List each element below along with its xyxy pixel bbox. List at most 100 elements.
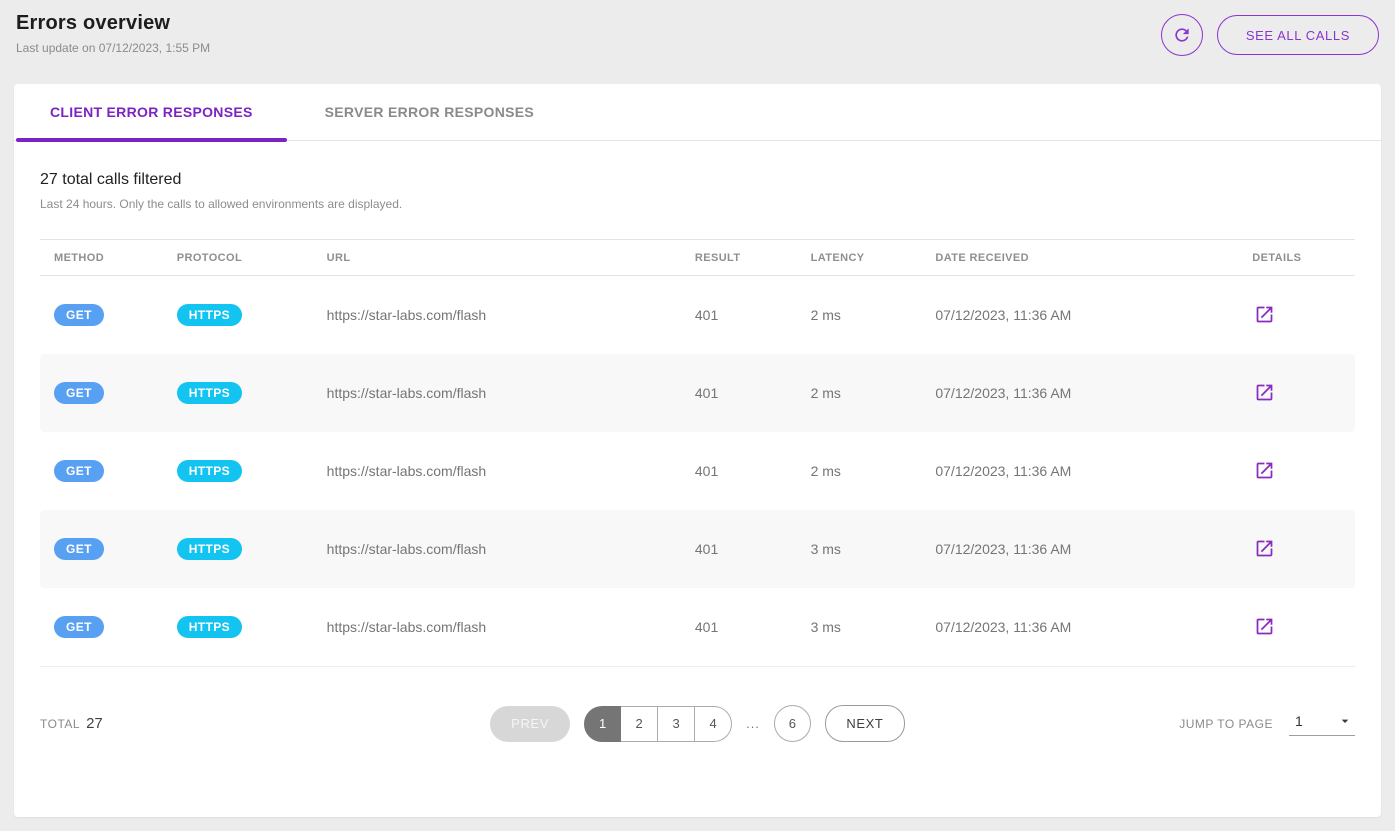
refresh-icon xyxy=(1172,25,1192,45)
page-button-3[interactable]: 3 xyxy=(658,706,695,742)
open-in-new-icon xyxy=(1254,382,1275,403)
protocol-cell: HTTPS xyxy=(163,616,313,638)
protocol-badge: HTTPS xyxy=(177,538,242,560)
table-body: GET HTTPS https://star-labs.com/flash 40… xyxy=(40,276,1355,666)
date-received-cell: 07/12/2023, 11:36 AM xyxy=(921,541,1238,557)
next-page-button[interactable]: NEXT xyxy=(825,705,905,742)
page-button-4[interactable]: 4 xyxy=(695,706,732,742)
prev-page-button[interactable]: PREV xyxy=(490,706,570,742)
column-header-result: RESULT xyxy=(681,252,797,264)
pagination-bar: TOTAL 27 PREV 1 2 3 4 ... 6 NEXT JUMP TO… xyxy=(40,667,1355,776)
jump-to-page-block: JUMP TO PAGE 1 xyxy=(1155,711,1355,736)
total-value: 27 xyxy=(86,715,103,732)
table-row: GET HTTPS https://star-labs.com/flash 40… xyxy=(40,588,1355,666)
details-cell xyxy=(1238,536,1355,562)
protocol-cell: HTTPS xyxy=(163,304,313,326)
page-header: Errors overview Last update on 07/12/202… xyxy=(0,0,1395,70)
open-in-new-icon xyxy=(1254,304,1275,325)
panel-content: 27 total calls filtered Last 24 hours. O… xyxy=(14,141,1381,817)
column-header-method: METHOD xyxy=(40,252,163,264)
table-row: GET HTTPS https://star-labs.com/flash 40… xyxy=(40,354,1355,432)
result-cell: 401 xyxy=(681,307,797,323)
method-badge: GET xyxy=(54,616,104,638)
column-header-protocol: PROTOCOL xyxy=(163,252,313,264)
result-cell: 401 xyxy=(681,541,797,557)
column-header-date-received: DATE RECEIVED xyxy=(921,252,1238,264)
method-cell: GET xyxy=(40,382,163,404)
column-header-details: DETAILS xyxy=(1238,252,1355,264)
jump-to-page-select[interactable]: 1 xyxy=(1289,711,1355,736)
date-received-cell: 07/12/2023, 11:36 AM xyxy=(921,385,1238,401)
method-cell: GET xyxy=(40,304,163,326)
details-button[interactable] xyxy=(1252,536,1277,561)
total-calls-filtered-text: 27 total calls filtered xyxy=(40,171,1355,189)
method-badge: GET xyxy=(54,304,104,326)
details-cell xyxy=(1238,458,1355,484)
page-title: Errors overview xyxy=(16,12,210,35)
protocol-badge: HTTPS xyxy=(177,304,242,326)
summary-block: 27 total calls filtered Last 24 hours. O… xyxy=(40,171,1355,211)
total-block: TOTAL 27 xyxy=(40,715,240,732)
table-row: GET HTTPS https://star-labs.com/flash 40… xyxy=(40,276,1355,354)
refresh-button[interactable] xyxy=(1161,14,1203,56)
column-header-url: URL xyxy=(313,252,681,264)
open-in-new-icon xyxy=(1254,460,1275,481)
result-cell: 401 xyxy=(681,385,797,401)
total-label: TOTAL xyxy=(40,717,80,731)
last-update-text: Last update on 07/12/2023, 1:55 PM xyxy=(16,41,210,55)
url-cell: https://star-labs.com/flash xyxy=(313,307,681,323)
calls-table: METHOD PROTOCOL URL RESULT LATENCY DATE … xyxy=(40,239,1355,667)
tab-bar: CLIENT ERROR RESPONSES SERVER ERROR RESP… xyxy=(14,84,1381,141)
pager-controls: PREV 1 2 3 4 ... 6 NEXT xyxy=(240,705,1155,742)
jump-to-page-label: JUMP TO PAGE xyxy=(1179,717,1273,731)
url-cell: https://star-labs.com/flash xyxy=(313,463,681,479)
method-badge: GET xyxy=(54,382,104,404)
details-button[interactable] xyxy=(1252,458,1277,483)
protocol-cell: HTTPS xyxy=(163,538,313,560)
date-received-cell: 07/12/2023, 11:36 AM xyxy=(921,463,1238,479)
details-button[interactable] xyxy=(1252,614,1277,639)
result-cell: 401 xyxy=(681,463,797,479)
table-row: GET HTTPS https://star-labs.com/flash 40… xyxy=(40,510,1355,588)
open-in-new-icon xyxy=(1254,616,1275,637)
table-row: GET HTTPS https://star-labs.com/flash 40… xyxy=(40,432,1355,510)
method-cell: GET xyxy=(40,460,163,482)
method-cell: GET xyxy=(40,538,163,560)
see-all-calls-button[interactable]: SEE ALL CALLS xyxy=(1217,15,1379,55)
details-button[interactable] xyxy=(1252,380,1277,405)
url-cell: https://star-labs.com/flash xyxy=(313,619,681,635)
page-button-2[interactable]: 2 xyxy=(621,706,658,742)
summary-subtitle: Last 24 hours. Only the calls to allowed… xyxy=(40,197,1355,211)
protocol-badge: HTTPS xyxy=(177,382,242,404)
protocol-badge: HTTPS xyxy=(177,460,242,482)
page-number-group: 1 2 3 4 xyxy=(584,706,732,742)
url-cell: https://star-labs.com/flash xyxy=(313,385,681,401)
details-cell xyxy=(1238,614,1355,640)
details-cell xyxy=(1238,380,1355,406)
details-button[interactable] xyxy=(1252,302,1277,327)
page-button-6[interactable]: 6 xyxy=(774,705,811,742)
errors-panel: CLIENT ERROR RESPONSES SERVER ERROR RESP… xyxy=(14,84,1381,817)
column-header-latency: LATENCY xyxy=(797,252,922,264)
url-cell: https://star-labs.com/flash xyxy=(313,541,681,557)
latency-cell: 3 ms xyxy=(797,541,922,557)
method-badge: GET xyxy=(54,538,104,560)
latency-cell: 2 ms xyxy=(797,307,922,323)
tab-server-error-responses[interactable]: SERVER ERROR RESPONSES xyxy=(289,84,570,140)
date-received-cell: 07/12/2023, 11:36 AM xyxy=(921,619,1238,635)
latency-cell: 2 ms xyxy=(797,463,922,479)
method-cell: GET xyxy=(40,616,163,638)
protocol-cell: HTTPS xyxy=(163,460,313,482)
chevron-down-icon xyxy=(1337,713,1353,729)
latency-cell: 3 ms xyxy=(797,619,922,635)
protocol-badge: HTTPS xyxy=(177,616,242,638)
open-in-new-icon xyxy=(1254,538,1275,559)
details-cell xyxy=(1238,302,1355,328)
method-badge: GET xyxy=(54,460,104,482)
tab-client-error-responses[interactable]: CLIENT ERROR RESPONSES xyxy=(14,84,289,140)
pagination-ellipsis: ... xyxy=(746,716,760,731)
page-button-1[interactable]: 1 xyxy=(584,706,621,742)
jump-to-page-value: 1 xyxy=(1295,713,1303,729)
result-cell: 401 xyxy=(681,619,797,635)
table-header-row: METHOD PROTOCOL URL RESULT LATENCY DATE … xyxy=(40,239,1355,276)
